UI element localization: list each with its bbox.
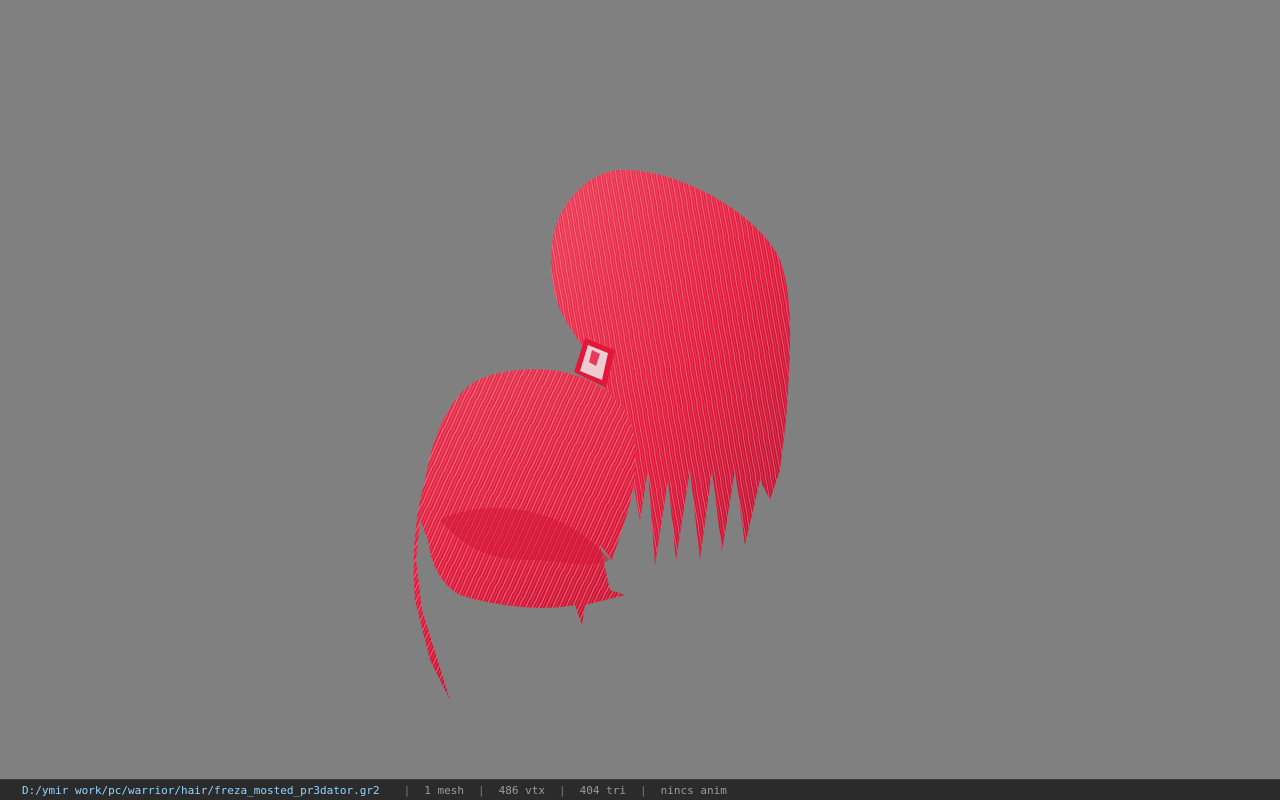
3d-viewport[interactable] <box>0 0 1280 779</box>
separator: | <box>478 783 485 797</box>
model-render <box>413 169 791 700</box>
hair-bun <box>413 369 636 700</box>
separator: | <box>403 783 411 797</box>
separator: | <box>639 783 647 797</box>
file-path: D:/ymir work/pc/warrior/hair/freza_moste… <box>22 783 380 797</box>
triangle-count: 404 tri <box>579 783 626 797</box>
mesh-count: 1 mesh <box>424 783 464 797</box>
separator: | <box>558 783 566 797</box>
vertex-count: 486 vtx <box>498 783 545 797</box>
status-bar: D:/ymir work/pc/warrior/hair/freza_moste… <box>0 779 1280 800</box>
animation-status: nincs anim <box>660 783 727 797</box>
